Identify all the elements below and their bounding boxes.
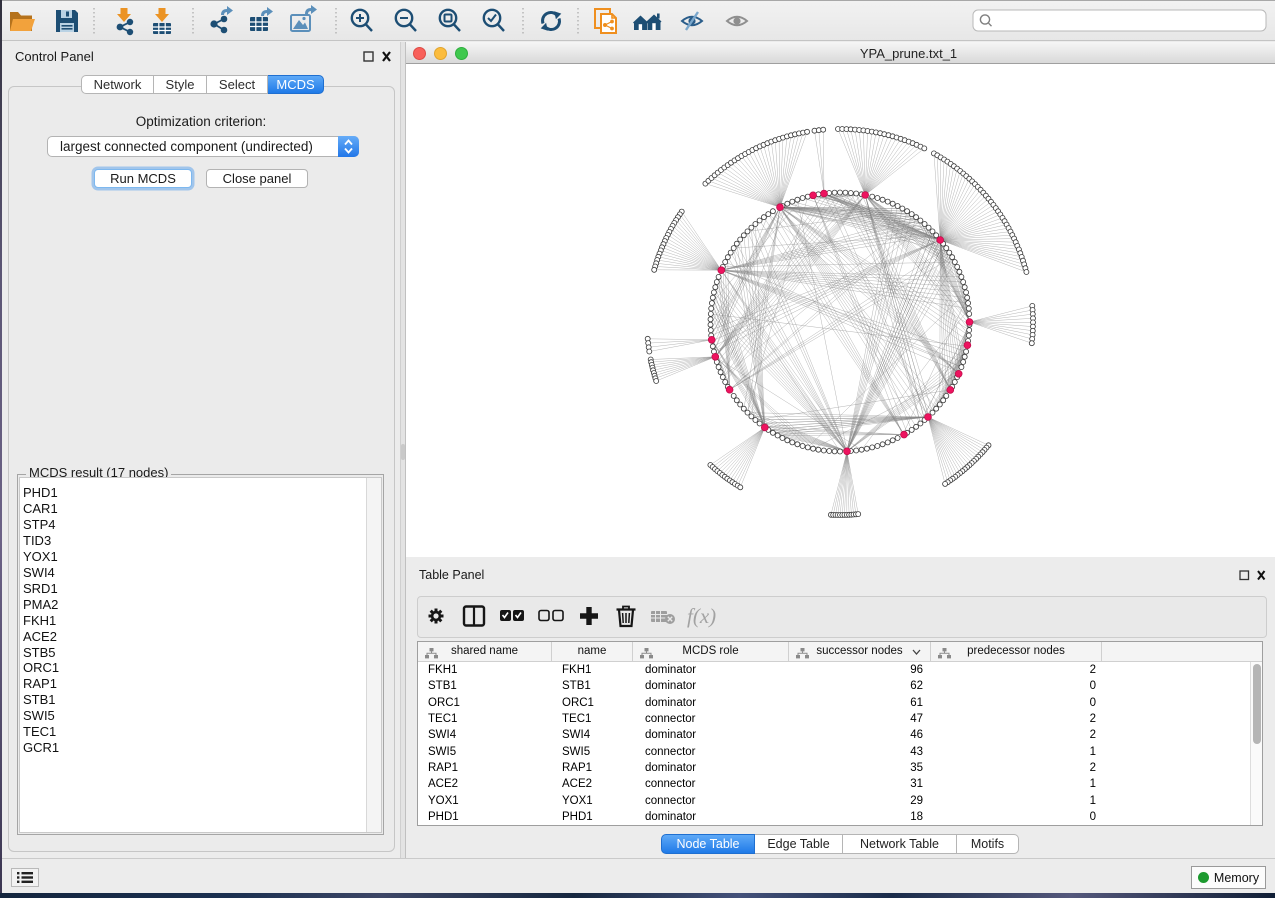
svg-text:f(x): f(x) [687, 604, 716, 628]
